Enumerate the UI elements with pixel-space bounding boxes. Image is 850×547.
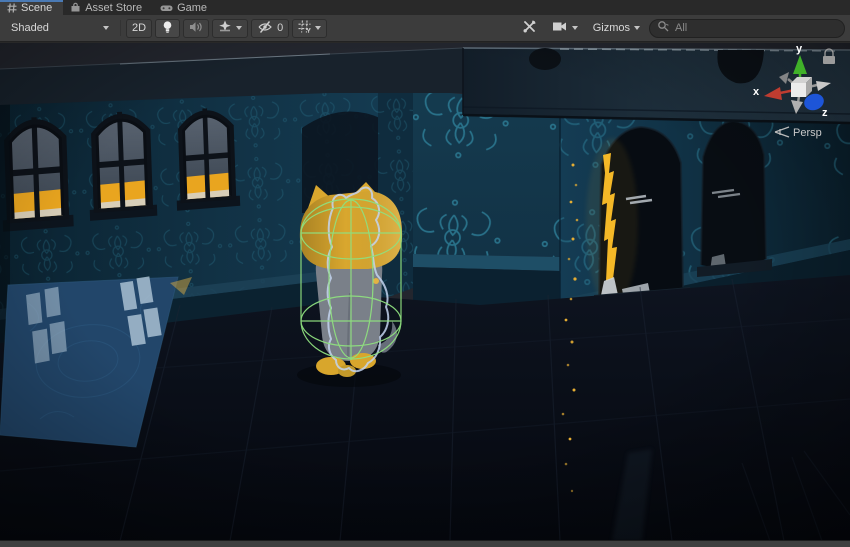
chevron-down-icon: [572, 26, 578, 30]
tab-label: Asset Store: [85, 2, 142, 14]
x-axis-label: x: [753, 86, 760, 98]
grid-settings-dropdown[interactable]: [292, 19, 327, 38]
effects-dropdown[interactable]: [212, 19, 248, 38]
y-axis-label: y: [796, 43, 803, 55]
lightbulb-icon: [161, 20, 174, 37]
tab-label: Game: [177, 2, 207, 14]
tab-scene[interactable]: Scene: [0, 0, 63, 15]
scene-grid-icon: [7, 3, 17, 13]
tools-icon: [522, 19, 537, 37]
gizmo-cube[interactable]: [791, 77, 812, 97]
projection-label: Persp: [793, 127, 822, 139]
chevron-down-icon: [634, 26, 640, 30]
audio-toggle[interactable]: [183, 19, 209, 38]
scene-lighting-toggle[interactable]: [155, 19, 180, 38]
scene-viewport[interactable]: y x z Persp: [0, 43, 850, 541]
shading-mode-dropdown[interactable]: Shaded: [5, 19, 115, 38]
chevron-down-icon: [315, 26, 321, 30]
tab-asset-store[interactable]: Asset Store: [63, 0, 153, 15]
search-input[interactable]: [673, 21, 837, 35]
gizmos-label: Gizmos: [593, 22, 630, 34]
camera-icon: [552, 21, 568, 35]
toggle-2d-button[interactable]: 2D: [126, 19, 152, 38]
z-axis-label: z: [822, 107, 828, 119]
scene-view-toolbar: Shaded 2D 0: [0, 15, 850, 42]
speaker-icon: [189, 21, 203, 36]
window-bottom-edge: [0, 540, 850, 547]
grid-icon: [298, 20, 311, 36]
scene-render: y x z Persp: [0, 43, 850, 541]
chevron-down-icon: [236, 26, 242, 30]
scene-search-field[interactable]: [649, 19, 845, 38]
gizmos-dropdown[interactable]: Gizmos: [587, 19, 646, 38]
vignette: [0, 43, 850, 541]
search-icon: [657, 19, 669, 37]
chevron-down-icon: [103, 26, 109, 30]
effects-star-icon: [218, 20, 232, 36]
tab-game[interactable]: Game: [153, 0, 218, 15]
tab-bar: Scene Asset Store Game: [0, 0, 850, 15]
game-controller-icon: [160, 3, 173, 13]
shading-mode-label: Shaded: [11, 22, 49, 34]
hidden-object-count: 0: [277, 22, 283, 34]
eye-hidden-icon: [257, 21, 273, 36]
component-tools-button[interactable]: [516, 19, 543, 38]
tab-label: Scene: [21, 2, 52, 14]
scene-visibility-toggle[interactable]: 0: [251, 19, 289, 38]
scene-camera-dropdown[interactable]: [546, 19, 584, 38]
divider: [120, 20, 121, 36]
asset-store-bag-icon: [70, 2, 81, 13]
character-hand: [373, 278, 379, 284]
